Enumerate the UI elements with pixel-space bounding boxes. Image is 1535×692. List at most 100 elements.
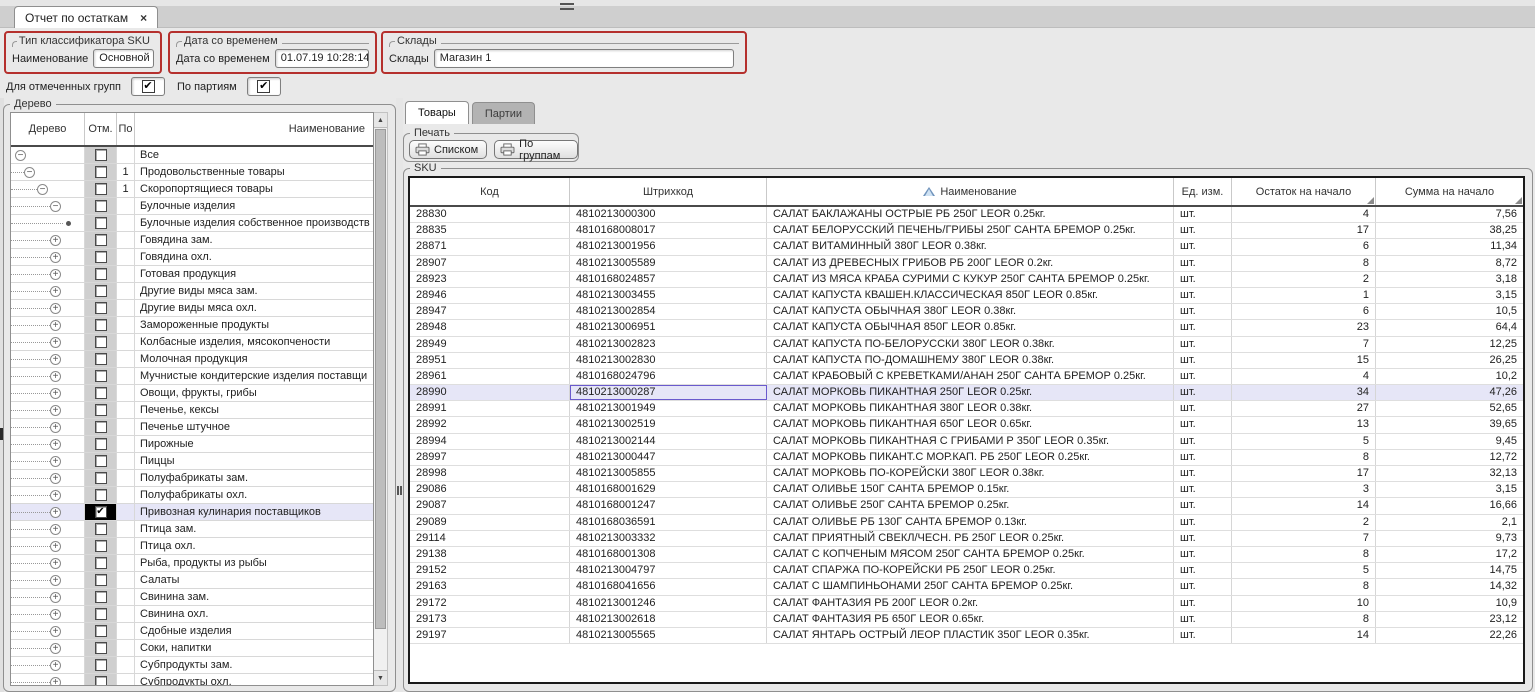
tree-column-header-marked[interactable]: Отм. [85, 113, 117, 145]
cell-unit[interactable]: шт. [1174, 498, 1232, 513]
cell-qty-start[interactable]: 7 [1232, 337, 1376, 352]
cell-name[interactable]: САЛАТ БЕЛОРУССКИЙ ПЕЧЕНЬ/ГРИБЫ 250Г САНТ… [767, 223, 1174, 238]
splitter-grip-icon[interactable] [397, 486, 402, 495]
cell-unit[interactable]: шт. [1174, 272, 1232, 287]
cell-code[interactable]: 28998 [410, 466, 570, 481]
cell-sum-start[interactable]: 7,56 [1376, 207, 1523, 222]
cell-name[interactable]: САЛАТ КРАБОВЫЙ С КРЕВЕТКАМИ/АНАН 250Г СА… [767, 369, 1174, 384]
tree-name-cell[interactable]: Рыба, продукты из рыбы [135, 555, 373, 571]
cell-code[interactable]: 28951 [410, 353, 570, 368]
cell-name[interactable]: САЛАТ МОРКОВЬ ПИКАНТНАЯ 650Г LEOR 0.65кг… [767, 417, 1174, 432]
sku-table-row[interactable]: 291384810168001308САЛАТ С КОПЧЕНЫМ МЯСОМ… [410, 547, 1523, 563]
cell-barcode[interactable]: 4810213004797 [570, 563, 767, 578]
cell-sum-start[interactable]: 14,32 [1376, 579, 1523, 594]
cell-barcode[interactable]: 4810213002830 [570, 353, 767, 368]
tree-row[interactable]: −1Скоропортящиеся товары [11, 181, 373, 198]
option-marked-groups-checkbox[interactable]: ✔ [131, 77, 165, 96]
scrollbar-thumb[interactable] [375, 129, 386, 629]
cell-sum-start[interactable]: 3,15 [1376, 482, 1523, 497]
tree-row[interactable]: +Субпродукты зам. [11, 657, 373, 674]
expand-icon[interactable]: + [50, 524, 61, 535]
cell-code[interactable]: 28907 [410, 256, 570, 271]
cell-name[interactable]: САЛАТ С ШАМПИНЬОНАМИ 250Г САНТА БРЕМОР 0… [767, 579, 1174, 594]
tree-name-cell[interactable]: Булочные изделия [135, 198, 373, 214]
cell-barcode[interactable]: 4810168008017 [570, 223, 767, 238]
sku-table-row[interactable]: 289904810213000287САЛАТ МОРКОВЬ ПИКАНТНА… [410, 385, 1523, 401]
cell-barcode[interactable]: 4810213005565 [570, 628, 767, 643]
tree-checkbox-cell[interactable] [85, 164, 117, 180]
cell-name[interactable]: САЛАТ ОЛИВЬЕ 250Г САНТА БРЕМОР 0.25кг. [767, 498, 1174, 513]
expand-icon[interactable]: + [50, 371, 61, 382]
cell-sum-start[interactable]: 12,25 [1376, 337, 1523, 352]
cell-unit[interactable]: шт. [1174, 563, 1232, 578]
tree-column-header-name[interactable]: Наименование [135, 113, 373, 145]
cell-barcode[interactable]: 4810213006951 [570, 320, 767, 335]
cell-qty-start[interactable]: 10 [1232, 596, 1376, 611]
cell-barcode[interactable]: 4810213005589 [570, 256, 767, 271]
cell-sum-start[interactable]: 10,2 [1376, 369, 1523, 384]
sku-table-row[interactable]: 290864810168001629САЛАТ ОЛИВЬЕ 150Г САНТ… [410, 482, 1523, 498]
cell-name[interactable]: САЛАТ С КОПЧЕНЫМ МЯСОМ 250Г САНТА БРЕМОР… [767, 547, 1174, 562]
cell-unit[interactable]: шт. [1174, 482, 1232, 497]
expand-icon[interactable]: + [50, 490, 61, 501]
tree-checkbox-cell[interactable] [85, 198, 117, 214]
tree-checkbox-cell[interactable] [85, 249, 117, 265]
tree-checkbox-cell[interactable] [85, 266, 117, 282]
tree-checkbox-cell[interactable] [85, 436, 117, 452]
tree-checkbox-cell[interactable] [85, 419, 117, 435]
cell-sum-start[interactable]: 14,75 [1376, 563, 1523, 578]
tree-row-checkbox[interactable] [95, 234, 107, 246]
expand-icon[interactable]: + [50, 354, 61, 365]
tree-name-cell[interactable]: Говядина зам. [135, 232, 373, 248]
tree-row-checkbox[interactable] [95, 540, 107, 552]
tree-checkbox-cell[interactable] [85, 232, 117, 248]
expand-icon[interactable]: + [50, 541, 61, 552]
tree-row-checkbox[interactable] [95, 387, 107, 399]
tree-row-checkbox[interactable] [95, 455, 107, 467]
tree-checkbox-cell[interactable] [85, 215, 117, 231]
sku-table-row[interactable]: 289984810213005855САЛАТ МОРКОВЬ ПО-КОРЕЙ… [410, 466, 1523, 482]
sku-column-header-code[interactable]: Код [410, 178, 570, 205]
cell-barcode[interactable]: 4810213002519 [570, 417, 767, 432]
collapse-icon[interactable]: − [24, 167, 35, 178]
tree-name-cell[interactable]: Замороженные продукты [135, 317, 373, 333]
cell-code[interactable]: 28871 [410, 239, 570, 254]
cell-code[interactable]: 29089 [410, 515, 570, 530]
cell-name[interactable]: САЛАТ КАПУСТА ОБЫЧНАЯ 380Г LEOR 0.38кг. [767, 304, 1174, 319]
tree-checkbox-cell[interactable]: ✔ [85, 504, 117, 520]
tree-checkbox-cell[interactable] [85, 368, 117, 384]
tree-row-checkbox[interactable] [95, 574, 107, 586]
expand-icon[interactable]: + [50, 643, 61, 654]
cell-barcode[interactable]: 4810213000300 [570, 207, 767, 222]
cell-code[interactable]: 28990 [410, 385, 570, 400]
tree-checkbox-cell[interactable] [85, 283, 117, 299]
cell-code[interactable]: 28991 [410, 401, 570, 416]
cell-barcode[interactable]: 4810168024796 [570, 369, 767, 384]
tree-row[interactable]: +Молочная продукция [11, 351, 373, 368]
tree-row[interactable]: +✔Привозная кулинария поставщиков [11, 504, 373, 521]
tree-name-cell[interactable]: Субпродукты охл. [135, 674, 373, 685]
cell-sum-start[interactable]: 17,2 [1376, 547, 1523, 562]
tree-checkbox-cell[interactable] [85, 521, 117, 537]
sku-table-row[interactable]: 288714810213001956САЛАТ ВИТАМИННЫЙ 380Г … [410, 239, 1523, 255]
tree-row[interactable]: +Птица охл. [11, 538, 373, 555]
cell-qty-start[interactable]: 2 [1232, 272, 1376, 287]
cell-code[interactable]: 29173 [410, 612, 570, 627]
tree-row-checkbox[interactable] [95, 200, 107, 212]
cell-unit[interactable]: шт. [1174, 547, 1232, 562]
cell-qty-start[interactable]: 1 [1232, 288, 1376, 303]
tree-row[interactable]: +Другие виды мяса охл. [11, 300, 373, 317]
tree-name-cell[interactable]: Свинина зам. [135, 589, 373, 605]
cell-barcode[interactable]: 4810168041656 [570, 579, 767, 594]
tree-row-checkbox[interactable] [95, 438, 107, 450]
close-icon[interactable]: × [140, 12, 147, 24]
cell-barcode[interactable]: 4810213001246 [570, 596, 767, 611]
cell-barcode[interactable]: 4810213003332 [570, 531, 767, 546]
cell-sum-start[interactable]: 9,73 [1376, 531, 1523, 546]
tree-name-cell[interactable]: Мучнистые кондитерские изделия поставщи [135, 368, 373, 384]
tree-name-cell[interactable]: Птица зам. [135, 521, 373, 537]
cell-code[interactable]: 28994 [410, 434, 570, 449]
sku-column-header-name[interactable]: Наименование [767, 178, 1174, 205]
tree-name-cell[interactable]: Сдобные изделия [135, 623, 373, 639]
cell-unit[interactable]: шт. [1174, 320, 1232, 335]
